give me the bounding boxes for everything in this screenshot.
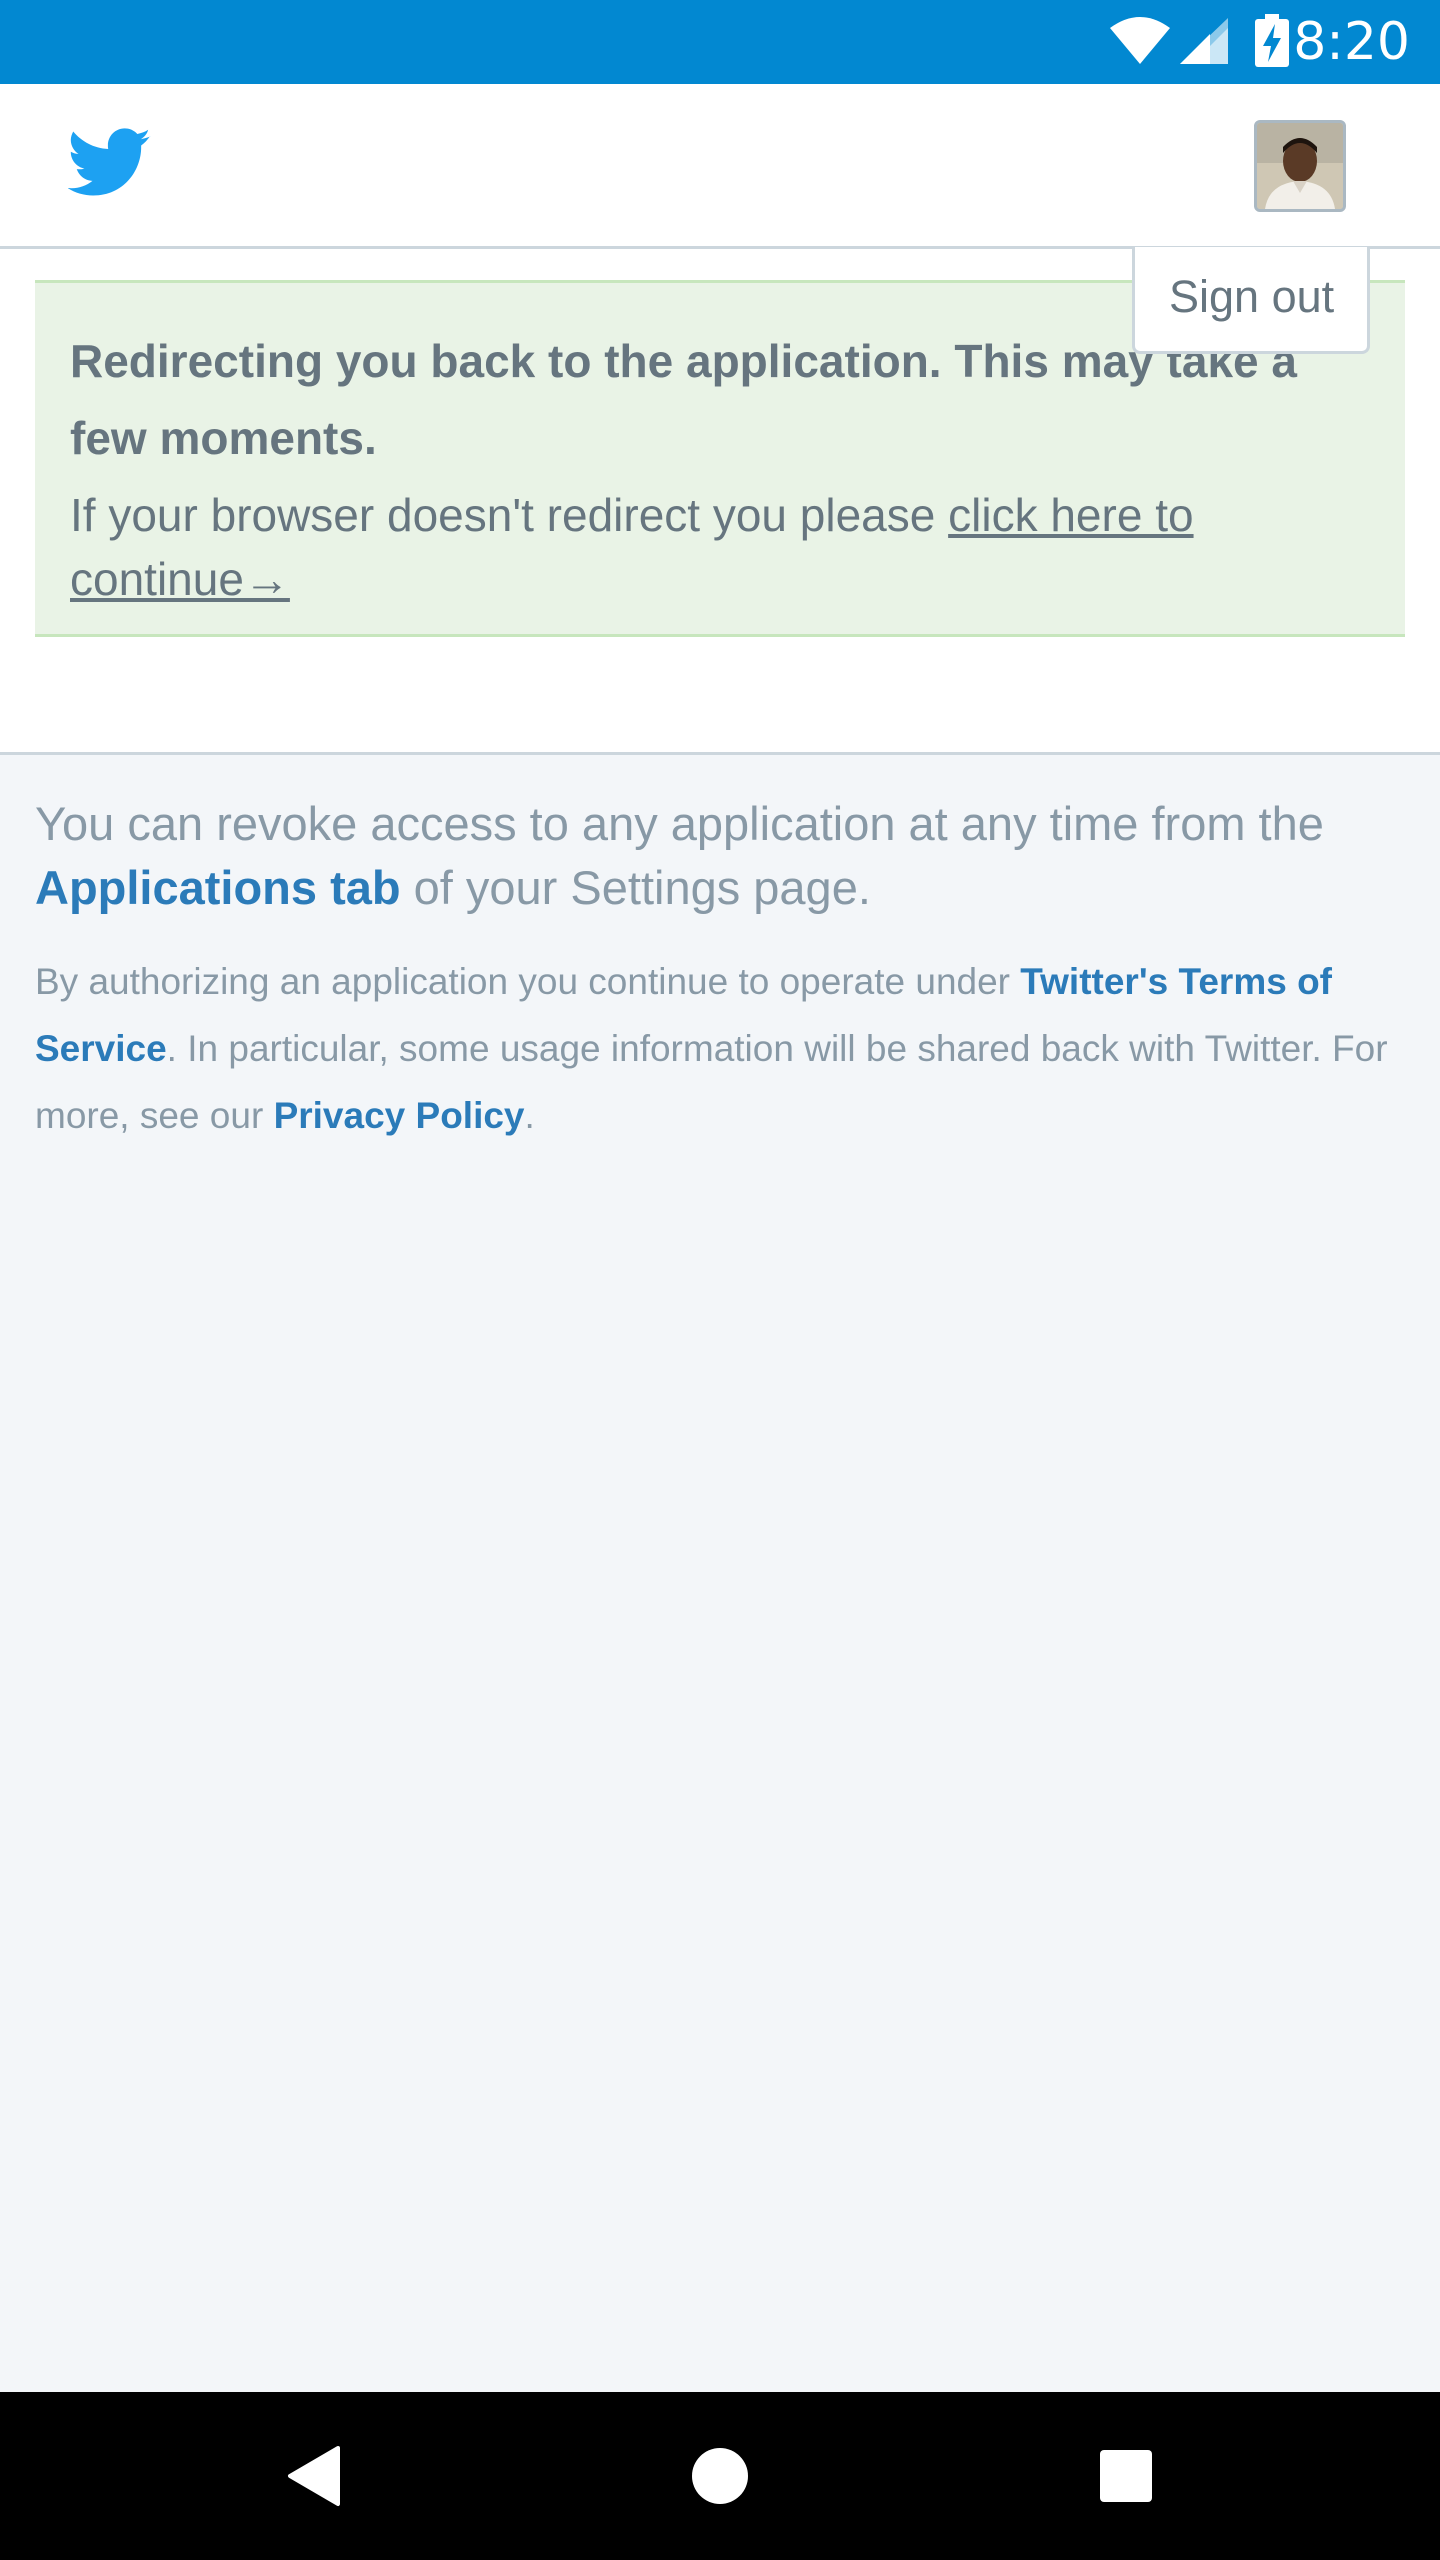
sign-out-button[interactable]: Sign out (1169, 271, 1334, 323)
revoke-text-start: You can revoke access to any application… (35, 797, 1324, 850)
revoke-text-end: of your Settings page. (400, 861, 871, 914)
user-avatar[interactable] (1254, 120, 1346, 212)
terms-text-start: By authorizing an application you contin… (35, 961, 1021, 1002)
privacy-policy-link[interactable]: Privacy Policy (274, 1095, 525, 1136)
navigation-bar (0, 2392, 1440, 2560)
terms-text: By authorizing an application you contin… (35, 948, 1405, 1149)
header-bar (0, 84, 1440, 249)
revoke-access-text: You can revoke access to any application… (35, 792, 1405, 920)
status-time: 8:20 (1293, 12, 1410, 72)
twitter-bird-icon[interactable] (67, 128, 152, 203)
sign-out-menu: Sign out (1132, 247, 1370, 354)
home-icon[interactable] (690, 2446, 750, 2511)
status-bar: 8:20 (0, 0, 1440, 84)
applications-tab-link[interactable]: Applications tab (35, 861, 401, 914)
wifi-icon (1108, 16, 1172, 71)
terms-text-middle: . In particular, some usage information … (35, 1028, 1388, 1136)
signal-icon (1178, 16, 1230, 71)
back-icon[interactable] (286, 2444, 342, 2513)
recents-icon[interactable] (1098, 2448, 1154, 2509)
battery-charging-icon (1254, 14, 1290, 73)
redirect-message-text: If your browser doesn't redirect you ple… (70, 483, 1370, 611)
redirect-text: If your browser doesn't redirect you ple… (70, 489, 949, 541)
terms-text-end: . (524, 1095, 535, 1136)
